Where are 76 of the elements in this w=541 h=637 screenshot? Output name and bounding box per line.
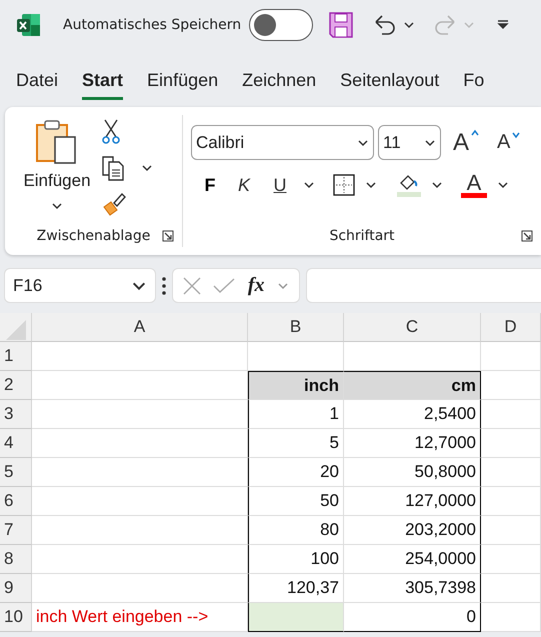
clipboard-icon[interactable] [35, 119, 79, 165]
table-cell: 0 [344, 603, 481, 632]
row-header[interactable]: 2 [0, 371, 32, 400]
row-header[interactable]: 7 [0, 516, 32, 545]
table-cell: cm [344, 371, 481, 400]
column-header[interactable]: D [481, 313, 541, 342]
spreadsheet-app-icon [16, 12, 42, 38]
ribbon-tab[interactable]: Fo [463, 70, 484, 100]
ribbon-tab[interactable]: Einfügen [147, 70, 218, 100]
name-box[interactable]: F16 [4, 268, 156, 303]
underline-button[interactable]: U [267, 174, 293, 196]
row-header[interactable]: 8 [0, 545, 32, 574]
table-cell: 127,0000 [344, 487, 481, 516]
table-cell [481, 516, 541, 545]
caret-up-icon [471, 128, 480, 136]
table-cell: 120,37 [248, 574, 344, 603]
font-size-dropdown[interactable]: 11 [378, 125, 441, 160]
decrease-font-size-button[interactable]: A [497, 131, 520, 154]
table-cell: inch [248, 371, 344, 400]
table-cell [481, 487, 541, 516]
column-header[interactable]: B [248, 313, 344, 342]
table-cell: 203,2000 [344, 516, 481, 545]
table-cell: 2,5400 [344, 400, 481, 429]
table-cell: 100 [248, 545, 344, 574]
ribbon-tab[interactable]: Zeichnen [242, 70, 316, 100]
borders-icon[interactable] [333, 174, 355, 196]
table-cell: 50,8000 [344, 458, 481, 487]
table-cell [481, 400, 541, 429]
table-cell: 80 [248, 516, 344, 545]
bold-button[interactable]: F [199, 174, 221, 196]
customize-toolbar-icon[interactable] [497, 20, 510, 30]
caret-down-icon [512, 131, 520, 139]
increase-font-size-button[interactable]: A [453, 128, 480, 156]
table-cell [481, 574, 541, 603]
table-cell: 305,7398 [344, 574, 481, 603]
table-cell: 1 [248, 400, 344, 429]
table-cell: 20 [248, 458, 344, 487]
format-painter-icon[interactable] [101, 191, 127, 217]
font-name-dropdown[interactable]: Calibri [191, 125, 374, 160]
row-header[interactable]: 6 [0, 487, 32, 516]
row-header[interactable]: 9 [0, 574, 32, 603]
ribbon-tab[interactable]: Datei [16, 70, 58, 100]
column-header[interactable]: A [32, 313, 248, 342]
insert-function-button[interactable]: fx [248, 274, 264, 297]
more-options-icon[interactable] [162, 276, 166, 294]
row-header[interactable]: 3 [0, 400, 32, 429]
save-icon[interactable] [329, 12, 354, 38]
dialog-launcher-icon[interactable] [162, 230, 174, 242]
ribbon-tab[interactable]: Start [82, 70, 124, 100]
formula-input[interactable] [306, 268, 541, 303]
group-label: Zwischenablage [36, 228, 150, 244]
dialog-launcher-icon[interactable] [521, 230, 533, 242]
table-cell [481, 458, 541, 487]
table-cell [481, 371, 541, 400]
ribbon-tab[interactable]: Seitenlayout [340, 70, 440, 100]
table-cell [481, 342, 541, 371]
autosave-toggle[interactable] [249, 9, 314, 41]
group-label: Schriftart [329, 228, 395, 244]
table-cell [481, 603, 541, 632]
table-cell [481, 545, 541, 574]
table-cell: inch Wert eingeben --> [32, 603, 248, 632]
scissors-icon[interactable] [101, 119, 121, 145]
row-header[interactable]: 4 [0, 429, 32, 458]
paste-label[interactable]: Einfügen [23, 171, 91, 191]
table-cell: 50 [248, 487, 344, 516]
column-header[interactable]: C [344, 313, 481, 342]
row-header[interactable]: 5 [0, 458, 32, 487]
table-cell [481, 429, 541, 458]
table-cell: 5 [248, 429, 344, 458]
font-color-button[interactable]: A [461, 172, 487, 198]
table-cell: 254,0000 [344, 545, 481, 574]
row-header[interactable]: 10 [0, 603, 32, 632]
autosave-label: Automatisches Speichern [63, 17, 242, 33]
italic-button[interactable]: K [231, 174, 257, 196]
row-header[interactable]: 1 [0, 342, 32, 371]
table-cell: 12,7000 [344, 429, 481, 458]
